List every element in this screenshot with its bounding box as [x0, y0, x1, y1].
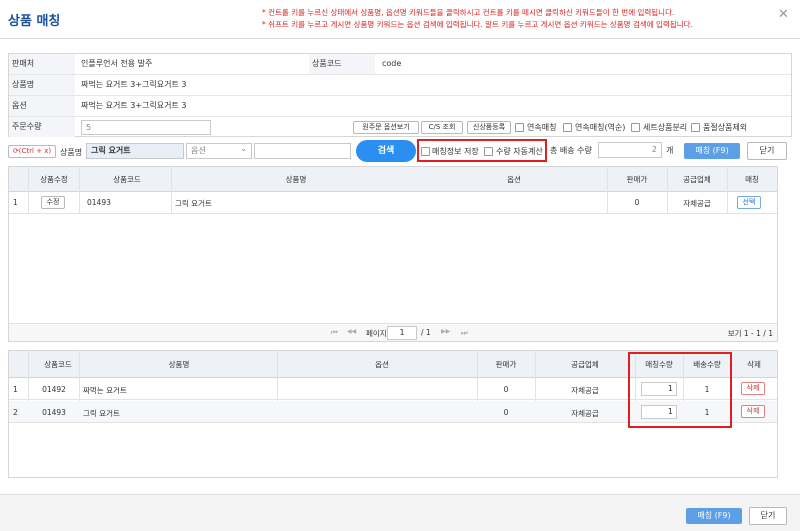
order-qty-input[interactable]: 5: [81, 120, 211, 135]
link-match-rev-label: 연속매칭(역순): [575, 123, 626, 132]
col-delete-header: 삭제: [747, 360, 761, 369]
soldout-exclude-label: 품절상품제외: [703, 123, 748, 132]
link-match-checkbox[interactable]: [515, 123, 524, 132]
first-page-icon[interactable]: ⏮: [331, 328, 338, 338]
product-code-label: 상품코드: [309, 54, 375, 74]
search-product-label: 상품명: [60, 148, 83, 157]
edit-button[interactable]: 수정: [41, 196, 65, 209]
col-price-header: 판매가: [626, 175, 648, 184]
product-price: 0: [503, 408, 509, 417]
col-supplier-header-bottom: 공급업체: [571, 360, 599, 369]
col-option-header: 옵션: [507, 175, 521, 184]
option-value: 짜먹는 요거트 3+그릭요거트 3: [81, 101, 187, 110]
delete-button[interactable]: 삭제: [741, 405, 765, 418]
col-code-header: 상품코드: [113, 175, 141, 184]
pager-summary: 보기 1 - 1 / 1: [727, 329, 773, 338]
prev-page-icon[interactable]: ◀◀: [347, 328, 356, 335]
search-result-header: 상품수정 상품코드 상품명 옵션 판매가 공급업체 매칭: [9, 167, 777, 192]
seller-value: 인플루언서 전용 발주: [81, 59, 153, 68]
product-name-value: 짜먹는 요거트 3+그릭요거트 3: [81, 80, 187, 89]
match-button-top[interactable]: 매칭 (F9): [684, 143, 740, 159]
product-supplier: 자체공급: [683, 199, 711, 208]
set-split-checkbox[interactable]: [631, 123, 640, 132]
chevron-down-icon: ⌄: [240, 144, 247, 153]
product-code-value: code: [382, 59, 402, 68]
link-match-label: 연속매칭: [527, 123, 557, 132]
order-qty-label: 주문수량: [9, 117, 75, 137]
page-input[interactable]: 1: [387, 326, 417, 340]
ship-qty-unit: 개: [666, 146, 674, 155]
product-code: 01493: [42, 408, 66, 417]
col-supplier-header: 공급업체: [683, 175, 711, 184]
view-origin-option-button[interactable]: 원주문 옵션보기: [353, 121, 419, 134]
product-name: 그릭 요거트: [175, 199, 212, 208]
option-select-value: 옵션: [191, 146, 206, 155]
match-button-footer[interactable]: 매칭 (F9): [686, 508, 742, 524]
col-edit-header: 상품수정: [40, 175, 68, 184]
search-product-input[interactable]: 그릭 요거트: [86, 143, 184, 159]
highlight-box-options: [417, 139, 547, 162]
product-matching-dialog: 상품 매칭 * 컨트롤 키를 누르신 상태에서 상품명, 옵션명 키워드들을 클…: [0, 0, 800, 531]
product-price: 0: [503, 385, 509, 394]
refresh-button[interactable]: ⟳(Ctrl + x): [8, 145, 56, 158]
product-code: 01492: [42, 385, 66, 394]
option-select[interactable]: 옵션 ⌄: [186, 143, 252, 159]
next-page-icon[interactable]: ▶▶: [441, 328, 450, 335]
delete-button[interactable]: 삭제: [741, 382, 765, 395]
refresh-shortcut: (Ctrl + x): [18, 147, 52, 155]
soldout-exclude-checkbox[interactable]: [691, 123, 700, 132]
close-button-footer[interactable]: 닫기: [749, 507, 787, 525]
product-name: 짜먹는 요거트: [83, 386, 127, 395]
product-price: 0: [634, 198, 640, 207]
option-search-input[interactable]: [254, 143, 351, 159]
row-number: 1: [13, 385, 18, 394]
highlight-box-qty: [628, 352, 732, 428]
set-split-label: 세트상품분리: [643, 123, 688, 132]
col-match-header: 매칭: [745, 175, 759, 184]
link-match-rev-checkbox[interactable]: [563, 123, 572, 132]
new-product-button[interactable]: 신상품등록: [467, 121, 511, 134]
search-button[interactable]: 검색: [356, 140, 416, 162]
option-label: 옵션: [9, 96, 75, 116]
product-name-label: 상품명: [9, 75, 75, 95]
page-label: 페이지: [366, 329, 387, 338]
product-name: 그릭 요거트: [83, 409, 120, 418]
close-icon[interactable]: ✕: [778, 7, 789, 22]
pager: ⏮ ◀◀ 페이지 1 / 1 ▶▶ ⏭ 보기 1 - 1 / 1: [9, 323, 777, 341]
search-result-grid: 상품수정 상품코드 상품명 옵션 판매가 공급업체 매칭 1 수정 01493 …: [8, 166, 778, 342]
select-button[interactable]: 선택: [737, 196, 761, 209]
page-total: / 1: [421, 328, 431, 337]
ship-qty-input[interactable]: 2: [598, 142, 662, 158]
row-number: 2: [13, 408, 18, 417]
product-code: 01493: [87, 198, 111, 207]
seller-label: 판매처: [9, 54, 75, 74]
close-button-top[interactable]: 닫기: [747, 142, 787, 160]
row-number: 1: [13, 198, 18, 207]
order-info-panel: 판매처 인플루언서 전용 발주 상품코드 code 상품명 짜먹는 요거트 3+…: [8, 53, 792, 137]
col-option-header-bottom: 옵션: [375, 360, 389, 369]
col-name-header: 상품명: [285, 175, 307, 184]
title-divider: [0, 38, 800, 39]
product-supplier: 자체공급: [571, 409, 599, 418]
cs-lookup-button[interactable]: C/S 조회: [421, 121, 463, 134]
ship-qty-label: 총 배송 수량: [550, 146, 592, 155]
product-supplier: 자체공급: [571, 386, 599, 395]
notice-line-1: * 컨트롤 키를 누르신 상태에서 상품명, 옵션명 키워드들을 클릭하시고 컨…: [262, 8, 675, 17]
dialog-footer: 매칭 (F9) 닫기: [0, 494, 800, 531]
dialog-title: 상품 매칭: [8, 14, 61, 29]
table-row[interactable]: 1 수정 01493 그릭 요거트 0 자체공급 선택: [9, 192, 777, 214]
last-page-icon[interactable]: ⏭: [461, 328, 468, 338]
col-name-header-bottom: 상품명: [168, 360, 190, 369]
col-price-header-bottom: 판매가: [495, 360, 517, 369]
notice-line-2: * 쉬프트 키를 누르고 게시면 상품명 키워드는 옵션 검색에 입력됩니다. …: [262, 20, 693, 29]
